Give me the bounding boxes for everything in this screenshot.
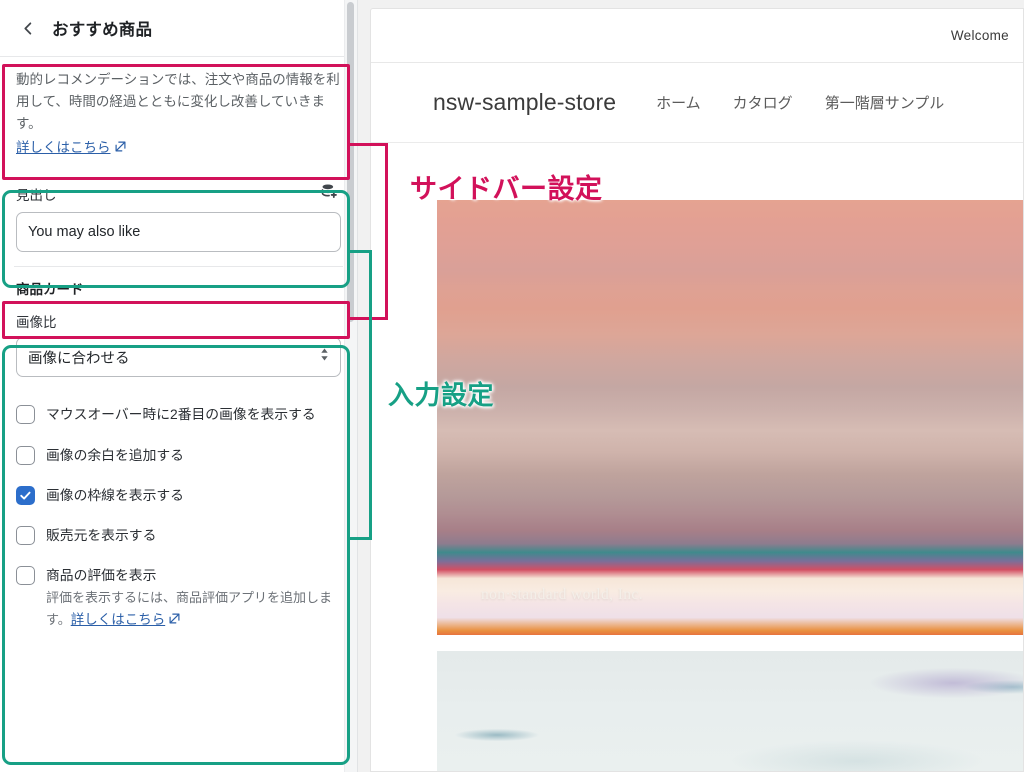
checkbox-help-rating: 評価を表示するには、商品評価アプリを追加します。 詳しくはこちら xyxy=(16,588,341,631)
rating-learn-more-link[interactable]: 詳しくはこちら xyxy=(71,609,181,631)
secondary-image xyxy=(437,651,1023,771)
image-ratio-select-wrap: 画像に合わせる xyxy=(16,337,341,378)
storefront-nav: ホーム カタログ 第一階層サンプル xyxy=(656,92,944,113)
store-name[interactable]: nsw-sample-store xyxy=(433,89,616,116)
checkbox-row-image-border[interactable]: 画像の枠線を表示する xyxy=(16,476,341,516)
product-card-options-list: マウスオーバー時に2番目の画像を表示する 画像の余白を追加する 画像の枠線を表示… xyxy=(0,391,357,638)
dynamic-recommendation-notice: 動的レコメンデーションでは、注文や商品の情報を利用して、時間の経過とともに変化し… xyxy=(0,57,357,172)
checkbox-label-image-border: 画像の枠線を表示する xyxy=(46,487,184,503)
announcement-text: Welcome xyxy=(950,28,1009,43)
notice-learn-more-label: 詳しくはこちら xyxy=(16,139,111,155)
checkbox-second-image[interactable] xyxy=(16,405,35,425)
announcement-bar: Welcome xyxy=(371,9,1023,63)
product-card-section-title: 商品カード xyxy=(16,282,84,298)
sidebar-scrollbar-thumb[interactable] xyxy=(347,2,354,322)
checkbox-rating[interactable] xyxy=(16,565,35,585)
checkbox-image-border[interactable] xyxy=(16,485,35,505)
external-link-icon xyxy=(115,137,126,159)
nav-link-catalog[interactable]: カタログ xyxy=(733,92,793,113)
heading-field-label: 見出し xyxy=(16,188,57,204)
checkbox-label-image-padding: 画像の余白を追加する xyxy=(46,447,184,463)
heading-input[interactable] xyxy=(16,212,341,253)
checkbox-row-rating[interactable]: 商品の評価を表示 xyxy=(16,556,341,587)
checkbox-vendor[interactable] xyxy=(16,525,35,545)
nav-link-first-level-sample[interactable]: 第一階層サンプル xyxy=(825,92,945,113)
image-ratio-field-block: 画像比 画像に合わせる xyxy=(0,309,357,391)
image-ratio-value: 画像に合わせる xyxy=(28,350,130,367)
hero-image xyxy=(437,200,1023,635)
checkbox-image-padding[interactable] xyxy=(16,445,35,465)
nav-link-home[interactable]: ホーム xyxy=(656,92,701,113)
page-title: おすすめ商品 xyxy=(52,21,153,39)
checkbox-row-vendor[interactable]: 販売元を表示する xyxy=(16,516,341,556)
screen-root: おすすめ商品 動的レコメンデーションでは、注文や商品の情報を利用して、時間の経過… xyxy=(0,0,1024,772)
checkbox-label-rating: 商品の評価を表示 xyxy=(46,567,157,583)
back-button[interactable] xyxy=(14,14,42,42)
storefront-header: nsw-sample-store ホーム カタログ 第一階層サンプル xyxy=(371,63,1023,143)
database-plus-icon xyxy=(319,182,338,206)
storefront-frame: Welcome nsw-sample-store ホーム カタログ 第一階層サン… xyxy=(370,8,1024,772)
image-ratio-label: 画像比 xyxy=(16,315,57,331)
sidebar-body: 動的レコメンデーションでは、注文や商品の情報を利用して、時間の経過とともに変化し… xyxy=(0,57,357,638)
image-ratio-select[interactable]: 画像に合わせる xyxy=(16,337,341,378)
external-link-icon xyxy=(169,609,180,631)
checkbox-label-second-image: マウスオーバー時に2番目の画像を表示する xyxy=(46,407,316,423)
chevron-left-icon xyxy=(21,21,36,36)
rating-learn-more-label: 詳しくはこちら xyxy=(70,611,166,627)
settings-sidebar: おすすめ商品 動的レコメンデーションでは、注文や商品の情報を利用して、時間の経過… xyxy=(0,0,358,772)
sidebar-scrollbar-track[interactable] xyxy=(344,0,357,772)
theme-preview-pane: Welcome nsw-sample-store ホーム カタログ 第一階層サン… xyxy=(358,0,1024,772)
heading-field-block: 見出し xyxy=(0,172,357,266)
notice-text: 動的レコメンデーションでは、注文や商品の情報を利用して、時間の経過とともに変化し… xyxy=(16,72,340,131)
metafield-connect-button[interactable] xyxy=(315,182,341,206)
checkbox-row-second-image[interactable]: マウスオーバー時に2番目の画像を表示する xyxy=(16,395,341,435)
notice-learn-more-link[interactable]: 詳しくはこちら xyxy=(16,137,126,159)
checkbox-label-vendor: 販売元を表示する xyxy=(46,527,157,543)
hero-caption: non·standard world, Inc. xyxy=(481,586,643,603)
heading-field-label-row: 見出し xyxy=(16,182,341,206)
image-ratio-label-row: 画像比 xyxy=(16,311,341,331)
sidebar-header: おすすめ商品 xyxy=(0,0,357,57)
checkbox-row-image-padding[interactable]: 画像の余白を追加する xyxy=(16,436,341,476)
